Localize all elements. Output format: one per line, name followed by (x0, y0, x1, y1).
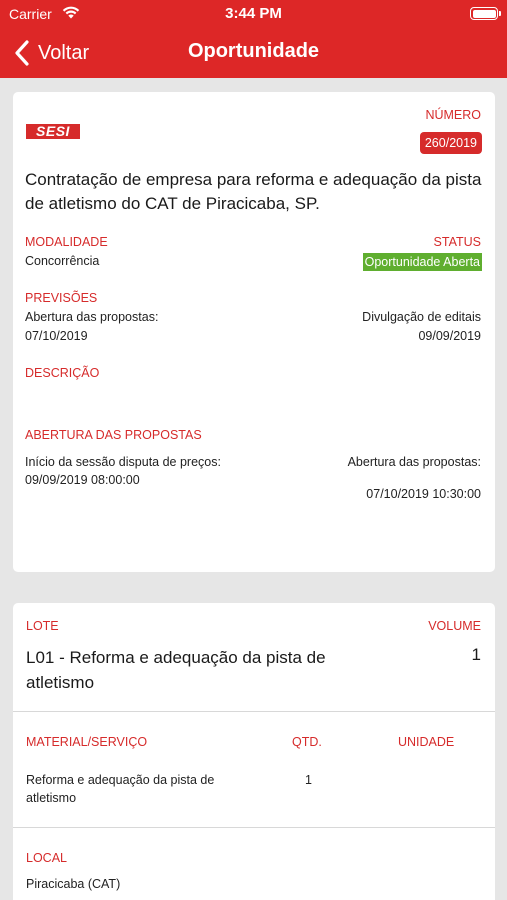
publication-label: Divulgação de editais (362, 310, 481, 324)
material-cell: Reforma e adequação da pista de atletism… (26, 773, 215, 805)
status-bar: Carrier 3:44 PM (0, 0, 507, 28)
opening-date: 07/10/2019 (25, 329, 88, 343)
proposals-opening-label: ABERTURA DAS PROPOSTAS (25, 428, 202, 442)
local-label: LOCAL (26, 851, 67, 865)
local-value: Piracicaba (CAT) (26, 877, 121, 891)
number-badge: 260/2019 (419, 132, 482, 154)
status-label: STATUS (433, 235, 481, 249)
unit-header: UNIDADE (398, 735, 455, 749)
session-start-label: Início da sessão disputa de preços: (25, 455, 221, 469)
back-label: Voltar (38, 41, 90, 64)
opportunity-card: SESI NÚMERO 260/2019 Contratação de empr… (13, 92, 495, 572)
opportunity-title: Contratação de empresa para reforma e ad… (25, 170, 482, 213)
clock: 3:44 PM (225, 5, 282, 22)
back-button[interactable]: Voltar (12, 38, 89, 68)
battery-icon (470, 7, 501, 20)
status-badge: Oportunidade Aberta (362, 253, 482, 271)
volume-label: VOLUME (428, 619, 481, 633)
nav-bar: Voltar Oportunidade (0, 28, 507, 78)
session-start-datetime: 09/09/2019 08:00:00 (25, 473, 140, 487)
lot-volume: 1 (471, 645, 481, 664)
modality-label: MODALIDADE (25, 235, 108, 249)
lot-card: LOTE VOLUME L01 - Reforma e adequação da… (13, 603, 495, 900)
lot-title: L01 - Reforma e adequação da pista de at… (26, 648, 326, 692)
qty-cell: 1 (305, 773, 312, 787)
divider (13, 827, 495, 828)
number-label: NÚMERO (425, 108, 481, 122)
divider (13, 711, 495, 712)
proposals-open-label: Abertura das propostas: (347, 455, 481, 469)
lot-label: LOTE (26, 619, 59, 633)
description-label: DESCRIÇÃO (25, 366, 100, 380)
opening-label: Abertura das propostas: (25, 310, 159, 324)
publication-date: 09/09/2019 (418, 329, 481, 343)
chevron-left-icon (15, 40, 29, 66)
sesi-logo: SESI (26, 124, 80, 139)
proposals-open-datetime: 07/10/2019 10:30:00 (366, 487, 481, 501)
modality-value: Concorrência (25, 254, 100, 268)
qty-header: QTD. (292, 735, 322, 749)
forecasts-label: PREVISÕES (25, 291, 98, 305)
material-header: MATERIAL/SERVIÇO (26, 735, 148, 749)
